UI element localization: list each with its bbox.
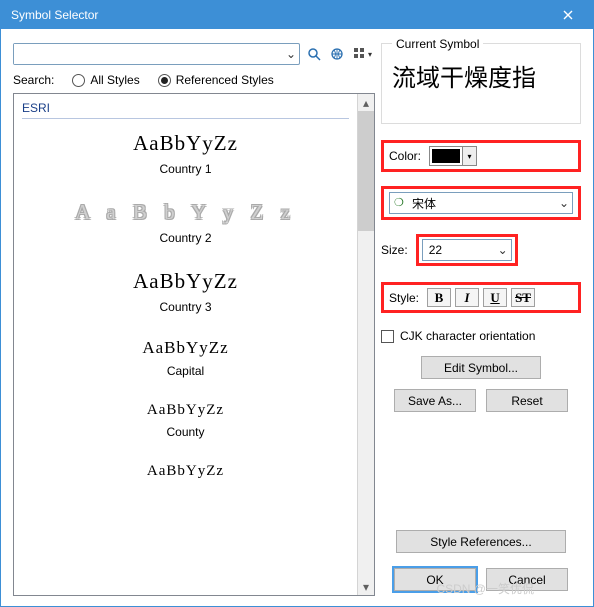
font-row-highlight: ❍ 宋体 ⌄: [381, 186, 581, 220]
font-combo[interactable]: ❍ 宋体 ⌄: [389, 192, 573, 214]
checkbox-icon[interactable]: [381, 330, 394, 343]
scroll-up-icon[interactable]: ▴: [358, 94, 374, 111]
search-icon[interactable]: [305, 45, 323, 63]
bold-button[interactable]: B: [427, 288, 451, 307]
stylerefs-row: Style References...: [381, 530, 581, 553]
radio-all-styles[interactable]: All Styles: [72, 73, 139, 87]
size-combo[interactable]: 22 ⌄: [422, 239, 512, 261]
color-label: Color:: [389, 149, 421, 163]
scroll-thumb[interactable]: [358, 111, 374, 231]
edit-row: Edit Symbol...: [381, 356, 581, 379]
strikethrough-button[interactable]: ST: [511, 288, 535, 307]
radio-icon: [72, 74, 85, 87]
size-row: Size: 22 ⌄: [381, 234, 581, 266]
size-label: Size:: [381, 243, 408, 257]
search-input[interactable]: [14, 44, 283, 64]
search-toolbar: ⌄ ▾: [13, 43, 375, 65]
group-header: ESRI: [22, 98, 349, 119]
reset-button[interactable]: Reset: [486, 389, 568, 412]
close-icon[interactable]: [553, 5, 583, 25]
scrollbar[interactable]: ▴ ▾: [357, 94, 374, 595]
underline-button[interactable]: U: [483, 288, 507, 307]
save-as-button[interactable]: Save As...: [394, 389, 476, 412]
list-item[interactable]: AaBbYyZzCountry 3: [22, 263, 349, 332]
style-buttons: B I U ST: [427, 288, 535, 307]
left-pane: ⌄ ▾ Search: All Styles Referenced Styles…: [13, 43, 375, 596]
title-bar: Symbol Selector: [1, 1, 593, 29]
radio-icon: [158, 74, 171, 87]
ok-button[interactable]: OK: [394, 568, 476, 591]
search-label: Search:: [13, 73, 54, 87]
current-symbol-group: Current Symbol 流域干燥度指: [381, 43, 581, 124]
chevron-down-icon[interactable]: ▾: [462, 147, 476, 165]
size-value: 22: [427, 243, 495, 257]
cancel-button[interactable]: Cancel: [486, 568, 568, 591]
color-picker[interactable]: ▾: [429, 146, 477, 166]
style-references-button[interactable]: Style References...: [396, 530, 566, 553]
search-mode-row: Search: All Styles Referenced Styles: [13, 73, 375, 87]
list-item[interactable]: AaBbYyZzCounty: [22, 396, 349, 457]
list-item[interactable]: A a B b Y y Z zCountry 2: [22, 194, 349, 263]
list-item[interactable]: AaBbYyZz: [22, 457, 349, 480]
color-row: Color: ▾: [381, 140, 581, 172]
radio-referenced-styles[interactable]: Referenced Styles: [158, 73, 274, 87]
symbol-preview: 流域干燥度指: [392, 58, 570, 118]
chevron-down-icon[interactable]: ⌄: [556, 196, 572, 210]
font-value: 宋体: [412, 195, 556, 212]
scroll-down-icon[interactable]: ▾: [358, 578, 374, 595]
symbol-list: ESRI AaBbYyZzCountry 1 A a B b Y y Z zCo…: [13, 93, 375, 596]
content-area: ⌄ ▾ Search: All Styles Referenced Styles…: [1, 29, 593, 606]
search-combo[interactable]: ⌄: [13, 43, 300, 65]
italic-button[interactable]: I: [455, 288, 479, 307]
globe-icon[interactable]: [328, 45, 346, 63]
color-swatch: [430, 147, 462, 165]
ok-cancel-row: OK Cancel: [381, 568, 581, 591]
cjk-checkbox-row[interactable]: CJK character orientation: [381, 329, 581, 343]
window-title: Symbol Selector: [11, 8, 98, 22]
right-pane: Current Symbol 流域干燥度指 Color: ▾ ❍ 宋体 ⌄ Si…: [381, 43, 581, 596]
cjk-label: CJK character orientation: [400, 329, 535, 343]
chevron-down-icon[interactable]: ⌄: [283, 47, 299, 61]
style-row: Style: B I U ST: [381, 282, 581, 313]
symbol-list-scroll[interactable]: ESRI AaBbYyZzCountry 1 A a B b Y y Z zCo…: [14, 94, 357, 595]
list-item[interactable]: AaBbYyZzCapital: [22, 332, 349, 396]
view-grid-icon[interactable]: ▾: [351, 45, 375, 63]
group-legend: Current Symbol: [392, 37, 483, 51]
chevron-down-icon[interactable]: ⌄: [495, 243, 511, 257]
edit-symbol-button[interactable]: Edit Symbol...: [421, 356, 541, 379]
font-icon: ❍: [394, 196, 408, 210]
list-item[interactable]: AaBbYyZzCountry 1: [22, 125, 349, 194]
style-label: Style:: [389, 291, 419, 305]
save-reset-row: Save As... Reset: [381, 389, 581, 412]
